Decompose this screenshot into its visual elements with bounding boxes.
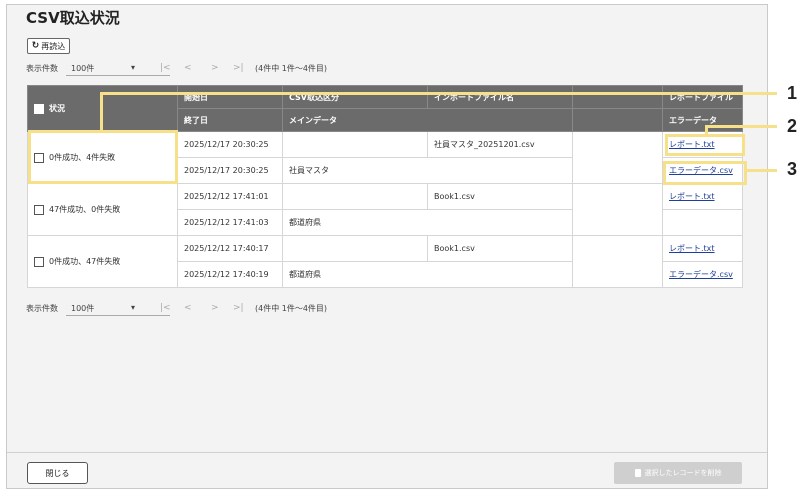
close-button[interactable]: 閉じる xyxy=(27,462,88,484)
delete-selected-button[interactable]: 選択したレコードを削除 xyxy=(614,462,742,484)
callout-number-3: 3 xyxy=(787,159,798,179)
import-status-table: 状況 開始日 CSV取込区分 インポートファイル名 レポートファイル 終了日 メ… xyxy=(27,85,743,288)
import-type-cell xyxy=(282,131,428,158)
callout-box-1 xyxy=(28,130,178,184)
report-link[interactable]: レポート.txt xyxy=(669,244,715,253)
report-file-header: レポートファイル xyxy=(662,85,743,109)
end-date-header: 終了日 xyxy=(177,108,283,132)
blank-header-2 xyxy=(572,108,663,132)
delete-label: 選択したレコードを削除 xyxy=(644,469,722,477)
import-type-cell xyxy=(282,235,428,262)
next-page-button[interactable]: > xyxy=(211,63,219,73)
select-all-checkbox[interactable] xyxy=(34,103,44,114)
import-file-cell: 社員マスタ_20251201.csv xyxy=(427,131,573,158)
blank-cell xyxy=(572,183,663,236)
last-page-button[interactable]: >| xyxy=(233,303,244,313)
main-data-cell: 都道府県 xyxy=(282,261,573,288)
header-row-1: 状況 開始日 CSV取込区分 インポートファイル名 レポートファイル xyxy=(27,85,743,132)
row-checkbox[interactable] xyxy=(34,204,44,215)
prev-page-button[interactable]: < xyxy=(184,303,192,313)
state-cell: 47件成功、0件失敗 xyxy=(27,183,178,236)
page-title: CSV取込状況 xyxy=(26,9,120,27)
import-file-cell: Book1.csv xyxy=(427,235,573,262)
state-cell: 0件成功、47件失敗 xyxy=(27,235,178,288)
end-date-cell: 2025/12/17 20:30:25 xyxy=(177,157,283,184)
row-checkbox[interactable] xyxy=(34,256,44,267)
trash-icon xyxy=(634,469,641,477)
error-data-link[interactable]: エラーデータ.csv xyxy=(669,270,733,279)
end-date-cell: 2025/12/12 17:41:03 xyxy=(177,209,283,236)
first-page-button[interactable]: |< xyxy=(160,303,171,313)
page-size-label: 表示件数 xyxy=(26,64,58,73)
callout-box-2 xyxy=(665,134,745,156)
next-page-button[interactable]: > xyxy=(211,303,219,313)
import-file-header: インポートファイル名 xyxy=(427,85,573,109)
import-type-cell xyxy=(282,183,428,210)
chevron-down-icon[interactable]: ▾ xyxy=(131,63,135,72)
main-data-cell: 都道府県 xyxy=(282,209,573,236)
import-type-header: CSV取込区分 xyxy=(282,85,428,109)
blank-cell xyxy=(572,235,663,288)
import-file-cell: Book1.csv xyxy=(427,183,573,210)
blank-cell xyxy=(572,131,663,184)
first-page-button[interactable]: |< xyxy=(160,63,171,73)
reload-button[interactable]: ↻ 再読込 xyxy=(27,38,70,54)
report-file-cell: レポート.txt xyxy=(662,235,743,262)
main-data-cell: 社員マスタ xyxy=(282,157,573,184)
start-date-cell: 2025/12/12 17:41:01 xyxy=(177,183,283,210)
footer-divider xyxy=(7,452,767,453)
callout-line-1b xyxy=(100,92,777,95)
prev-page-button[interactable]: < xyxy=(184,63,192,73)
blank-header xyxy=(572,85,663,109)
error-data-header: エラーデータ xyxy=(662,108,743,132)
table-row: 0件成功、47件失敗 2025/12/12 17:40:17 Book1.csv… xyxy=(27,235,743,288)
main-data-header: メインデータ xyxy=(282,108,573,132)
table-row: 47件成功、0件失敗 2025/12/12 17:41:01 Book1.csv… xyxy=(27,183,743,236)
error-data-cell: エラーデータ.csv xyxy=(662,261,743,288)
callout-line-3 xyxy=(747,169,777,172)
chevron-down-icon[interactable]: ▾ xyxy=(131,303,135,312)
report-link[interactable]: レポート.txt xyxy=(669,192,715,201)
page-size-select[interactable]: 100件 xyxy=(71,303,94,314)
page-size-select[interactable]: 100件 xyxy=(71,63,94,74)
start-date-cell: 2025/12/12 17:40:17 xyxy=(177,235,283,262)
callout-line-2b xyxy=(705,125,777,128)
reload-label: 再読込 xyxy=(41,41,66,51)
callout-number-2: 2 xyxy=(787,116,798,136)
callout-line-1a xyxy=(100,92,103,132)
start-date-header: 開始日 xyxy=(177,85,283,109)
report-file-cell: レポート.txt xyxy=(662,183,743,210)
page-range: (4件中 1件～4件目) xyxy=(255,64,328,73)
start-date-cell: 2025/12/17 20:30:25 xyxy=(177,131,283,158)
refresh-icon: ↻ xyxy=(31,41,40,51)
error-data-cell xyxy=(662,209,743,236)
select-underline xyxy=(66,315,170,316)
callout-box-3 xyxy=(663,161,747,185)
page-range: (4件中 1件～4件目) xyxy=(255,304,328,313)
page-size-label: 表示件数 xyxy=(26,304,58,313)
last-page-button[interactable]: >| xyxy=(233,63,244,73)
select-underline xyxy=(66,75,170,76)
callout-number-1: 1 xyxy=(787,83,798,103)
end-date-cell: 2025/12/12 17:40:19 xyxy=(177,261,283,288)
